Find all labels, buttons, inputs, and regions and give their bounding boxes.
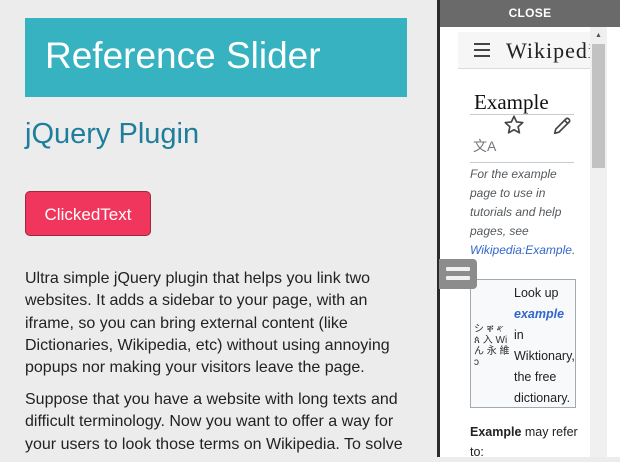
article-title: Example (474, 90, 549, 114)
wiktionary-box: シ ቐ 𐤀 ጰ 入 Wi ん 永 維 ↄ Look up example in … (470, 279, 576, 408)
article-body: Example may refer to: (470, 422, 578, 462)
hero-banner: Reference Slider (25, 18, 407, 97)
intro-paragraph: Ultra simple jQuery plugin that helps yo… (25, 270, 390, 377)
wiktionary-prefix: Look up (514, 286, 559, 300)
article-body-bold: Example (470, 425, 522, 439)
wiki-header: Wikipedia (458, 32, 590, 69)
sidebar-right-edge (607, 27, 620, 457)
wikipedia-logo[interactable]: Wikipedia (506, 38, 590, 64)
clicked-text-button[interactable]: ClickedText (25, 191, 151, 236)
wiktionary-text: Look up example in Wiktionary, the free … (514, 283, 576, 409)
wiktionary-link[interactable]: example (514, 307, 564, 321)
page-subtitle: jQuery Plugin (25, 118, 200, 150)
scroll-thumb[interactable] (592, 44, 605, 168)
iframe-scrollbar[interactable]: ▲ (590, 27, 607, 457)
language-divider (470, 162, 574, 163)
hatnote-link[interactable]: Wikipedia:Example (470, 243, 572, 257)
close-button[interactable]: CLOSE (440, 0, 620, 27)
wiktionary-suffix: in Wiktionary, the free dictionary. (514, 328, 575, 405)
star-icon[interactable] (503, 114, 525, 136)
page-title: Reference Slider (45, 35, 321, 76)
pencil-icon[interactable] (551, 115, 573, 137)
main-page: Reference Slider jQuery Plugin ClickedTe… (0, 0, 437, 457)
scroll-up-arrow-icon[interactable]: ▲ (590, 31, 607, 41)
wiktionary-logo: シ ቐ 𐤀 ጰ 入 Wi ん 永 維 ↄ (474, 324, 510, 368)
menu-icon[interactable] (474, 43, 490, 57)
hatnote: For the example page to use in tutorials… (470, 165, 580, 260)
hatnote-suffix: . (571, 243, 576, 257)
example-paragraph: Suppose that you have a website with lon… (25, 391, 403, 453)
language-icon[interactable]: 文A (473, 136, 496, 156)
drag-handle-icon[interactable] (439, 259, 477, 289)
hatnote-text: For the example page to use in tutorials… (470, 167, 562, 238)
